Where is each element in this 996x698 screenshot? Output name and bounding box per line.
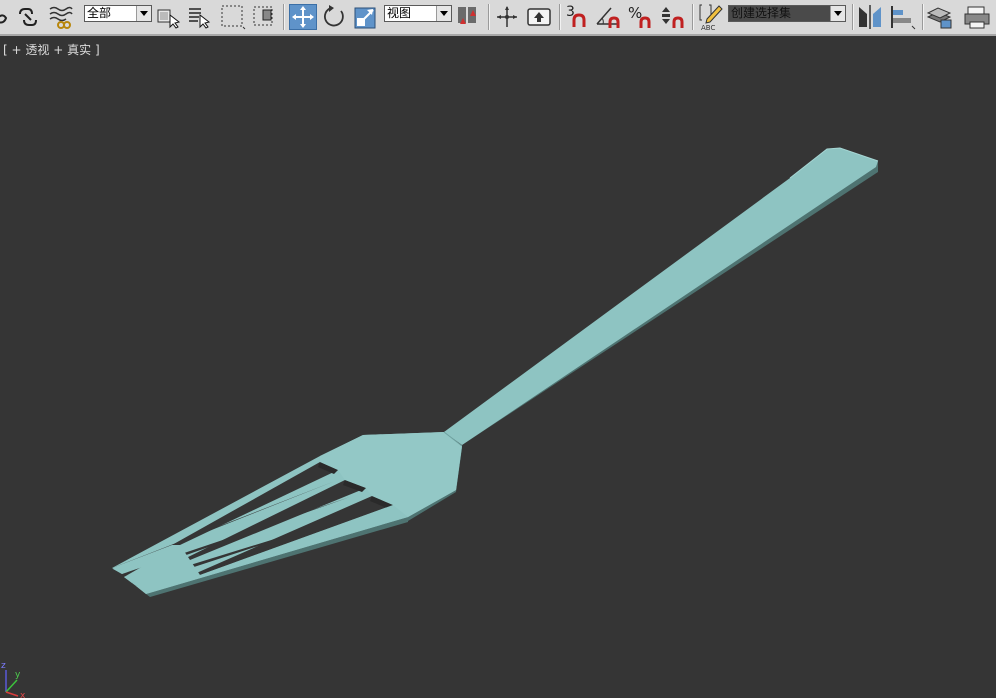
window-crossing-icon[interactable] (251, 4, 277, 30)
toolbar-separator (488, 4, 490, 30)
reference-coord-value: 视图 (387, 6, 412, 20)
y-axis-label: y (15, 670, 21, 680)
perspective-viewport[interactable] (0, 38, 996, 698)
toolbar-separator (852, 4, 854, 30)
select-scale-icon[interactable] (353, 4, 381, 30)
main-toolbar: 全部 视图 3 % ABC 创建选择集 (0, 0, 996, 36)
mirror-icon[interactable] (856, 4, 884, 30)
undo-icon[interactable] (0, 4, 10, 30)
axis-tripod: z y x (1, 661, 26, 698)
select-rotate-icon[interactable] (321, 4, 347, 30)
named-selection-placeholder: 创建选择集 (731, 6, 792, 20)
snap-3d-icon[interactable]: 3 (563, 4, 591, 30)
bind-space-warp-icon[interactable] (47, 4, 73, 30)
snap-3d-label: 3 (566, 4, 575, 20)
manipulate-icon[interactable] (494, 4, 520, 30)
align-icon[interactable] (888, 4, 918, 30)
rect-selection-icon[interactable] (219, 4, 247, 30)
x-axis-label: x (20, 691, 26, 698)
select-object-icon[interactable] (156, 4, 180, 30)
selection-filter-dropdown[interactable]: 全部 (84, 5, 152, 22)
x-axis-line (5, 691, 19, 697)
chevron-down-icon[interactable] (830, 6, 845, 21)
edit-named-sets-icon[interactable]: ABC (697, 4, 725, 32)
percent-snap-label: % (628, 4, 643, 22)
z-axis-label: z (1, 661, 6, 671)
keyboard-shortcut-icon[interactable] (525, 4, 553, 30)
spinner-snap-icon[interactable] (658, 4, 688, 30)
toolbar-separator (283, 4, 285, 30)
render-setup-icon[interactable] (962, 4, 992, 30)
chevron-down-icon[interactable] (136, 6, 151, 21)
angle-snap-icon[interactable] (594, 4, 624, 30)
fork-model[interactable] (112, 147, 879, 597)
link-icon[interactable] (16, 4, 40, 30)
layer-manager-icon[interactable] (926, 4, 954, 30)
pivot-center-icon[interactable] (455, 4, 483, 30)
select-by-name-icon[interactable] (186, 4, 212, 30)
y-axis-line (5, 679, 18, 693)
toolbar-separator (559, 4, 561, 30)
chevron-down-icon[interactable] (436, 6, 451, 21)
fork-handle (444, 148, 878, 445)
select-move-icon[interactable] (289, 4, 317, 30)
abc-label: ABC (701, 24, 716, 32)
reference-coord-dropdown[interactable]: 视图 (384, 5, 452, 22)
toolbar-separator (692, 4, 694, 30)
named-selection-dropdown[interactable]: 创建选择集 (728, 5, 846, 22)
toolbar-separator (922, 4, 924, 30)
selection-filter-value: 全部 (87, 6, 112, 20)
percent-snap-icon[interactable]: % (626, 4, 656, 30)
